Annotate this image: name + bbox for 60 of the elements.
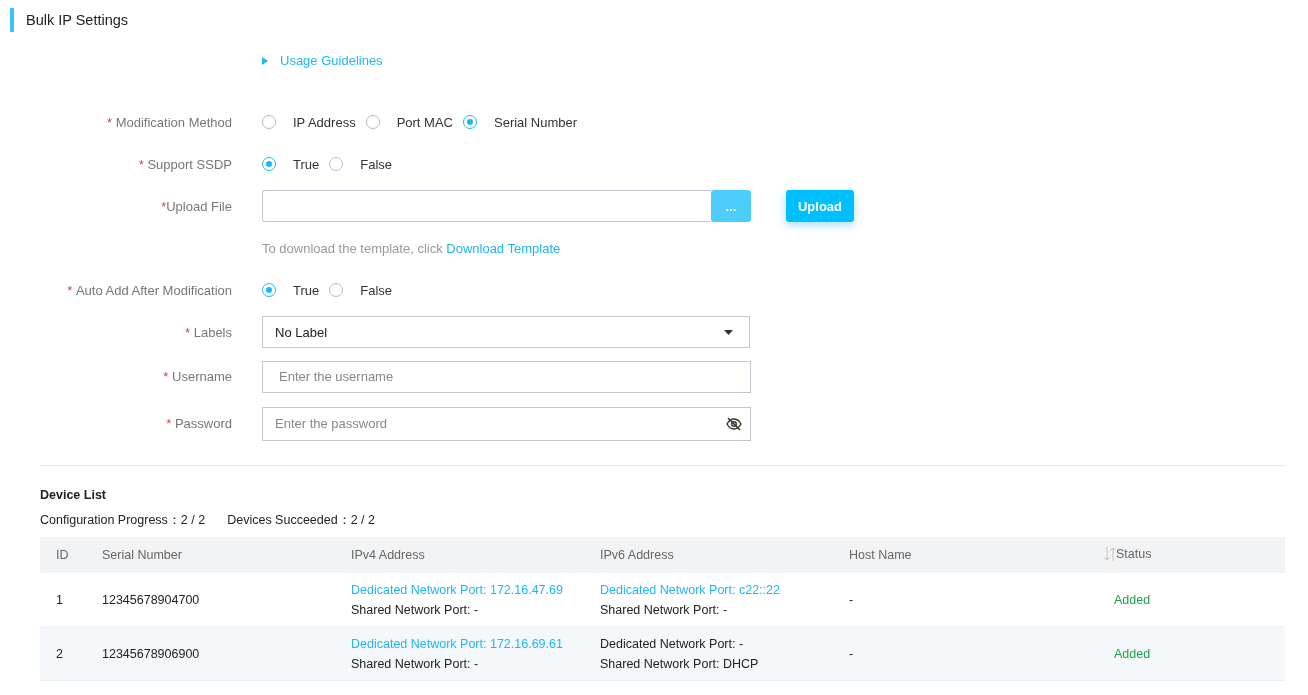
field-label: Modification Method <box>115 114 232 130</box>
address-link[interactable]: Dedicated Network Port: 172.16.69.61 <box>351 636 563 651</box>
table-cell: - <box>849 646 854 661</box>
address-text: Dedicated Network Port: - <box>600 636 744 651</box>
required-mark: * <box>67 282 73 298</box>
usage-guidelines-toggle[interactable]: Usage Guidelines <box>262 53 383 68</box>
username-field[interactable]: Enter the username <box>262 360 751 393</box>
caret-icon <box>262 56 268 65</box>
page-title: Bulk IP Settings <box>26 12 129 28</box>
radio-label: False <box>360 156 393 172</box>
caret-icon <box>724 329 733 335</box>
column-header: IPv4 Address <box>351 548 425 562</box>
field-label: Password <box>174 416 232 431</box>
file-field[interactable] <box>262 190 711 222</box>
column-header: ID <box>56 548 69 562</box>
radio-label: True <box>293 156 320 172</box>
column-header: Host Name <box>849 548 912 562</box>
field-label: Upload File <box>166 198 232 214</box>
labels-dropdown[interactable]: No Label <box>262 316 750 348</box>
radio-label: False <box>360 282 393 298</box>
radio-label: Port MAC <box>396 114 453 130</box>
address-text: Shared Network Port: - <box>351 656 479 671</box>
address-text: Shared Network Port: DHCP <box>600 656 759 671</box>
required-mark: * <box>138 156 144 172</box>
required-mark: * <box>106 114 113 130</box>
table-cell: 2 <box>56 646 63 661</box>
download-template-link[interactable]: Download Template <box>446 240 561 256</box>
column-header: Status <box>1116 546 1152 561</box>
radio-label: Serial Number <box>494 114 578 130</box>
address-text: Shared Network Port: - <box>351 602 479 617</box>
radio-label: IP Address <box>293 114 356 130</box>
required-mark: * <box>161 198 167 214</box>
required-mark: * <box>166 416 172 431</box>
table-cell: 12345678906900 <box>102 646 200 661</box>
password-field[interactable]: Enter the password <box>262 406 751 441</box>
radio-label: True <box>293 282 320 298</box>
status-text: Added <box>1114 592 1151 607</box>
address-link[interactable]: Dedicated Network Port: c22::22 <box>600 582 780 597</box>
table-cell: 12345678904700 <box>102 592 200 607</box>
column-header: Serial Number <box>102 548 182 562</box>
status-text: Added <box>1114 646 1151 661</box>
table-cell: - <box>849 592 854 607</box>
stat-text: Configuration Progress：2 / 2 <box>40 512 206 529</box>
field-label: Auto Add After Modification <box>75 282 232 298</box>
section-title: Device List <box>40 488 107 502</box>
column-header: IPv6 Address <box>600 548 674 562</box>
table-cell: 1 <box>56 592 63 607</box>
eye-hidden-icon[interactable] <box>726 416 742 431</box>
required-mark: * <box>163 369 169 384</box>
address-text: Shared Network Port: - <box>600 602 728 617</box>
template-hint: To download the template, click Download Template <box>262 240 561 256</box>
required-mark: * <box>185 324 191 340</box>
field-label: Labels <box>193 324 232 340</box>
stat-text: Devices Succeeded：2 / 2 <box>227 512 375 529</box>
sort-icon[interactable] <box>1104 546 1116 561</box>
address-link[interactable]: Dedicated Network Port: 172.16.47.69 <box>351 582 563 597</box>
browse-button[interactable]: ... <box>711 190 751 222</box>
upload-button[interactable]: Upload <box>786 190 854 222</box>
field-label: Support SSDP <box>147 156 232 172</box>
field-label: Username <box>172 369 232 384</box>
